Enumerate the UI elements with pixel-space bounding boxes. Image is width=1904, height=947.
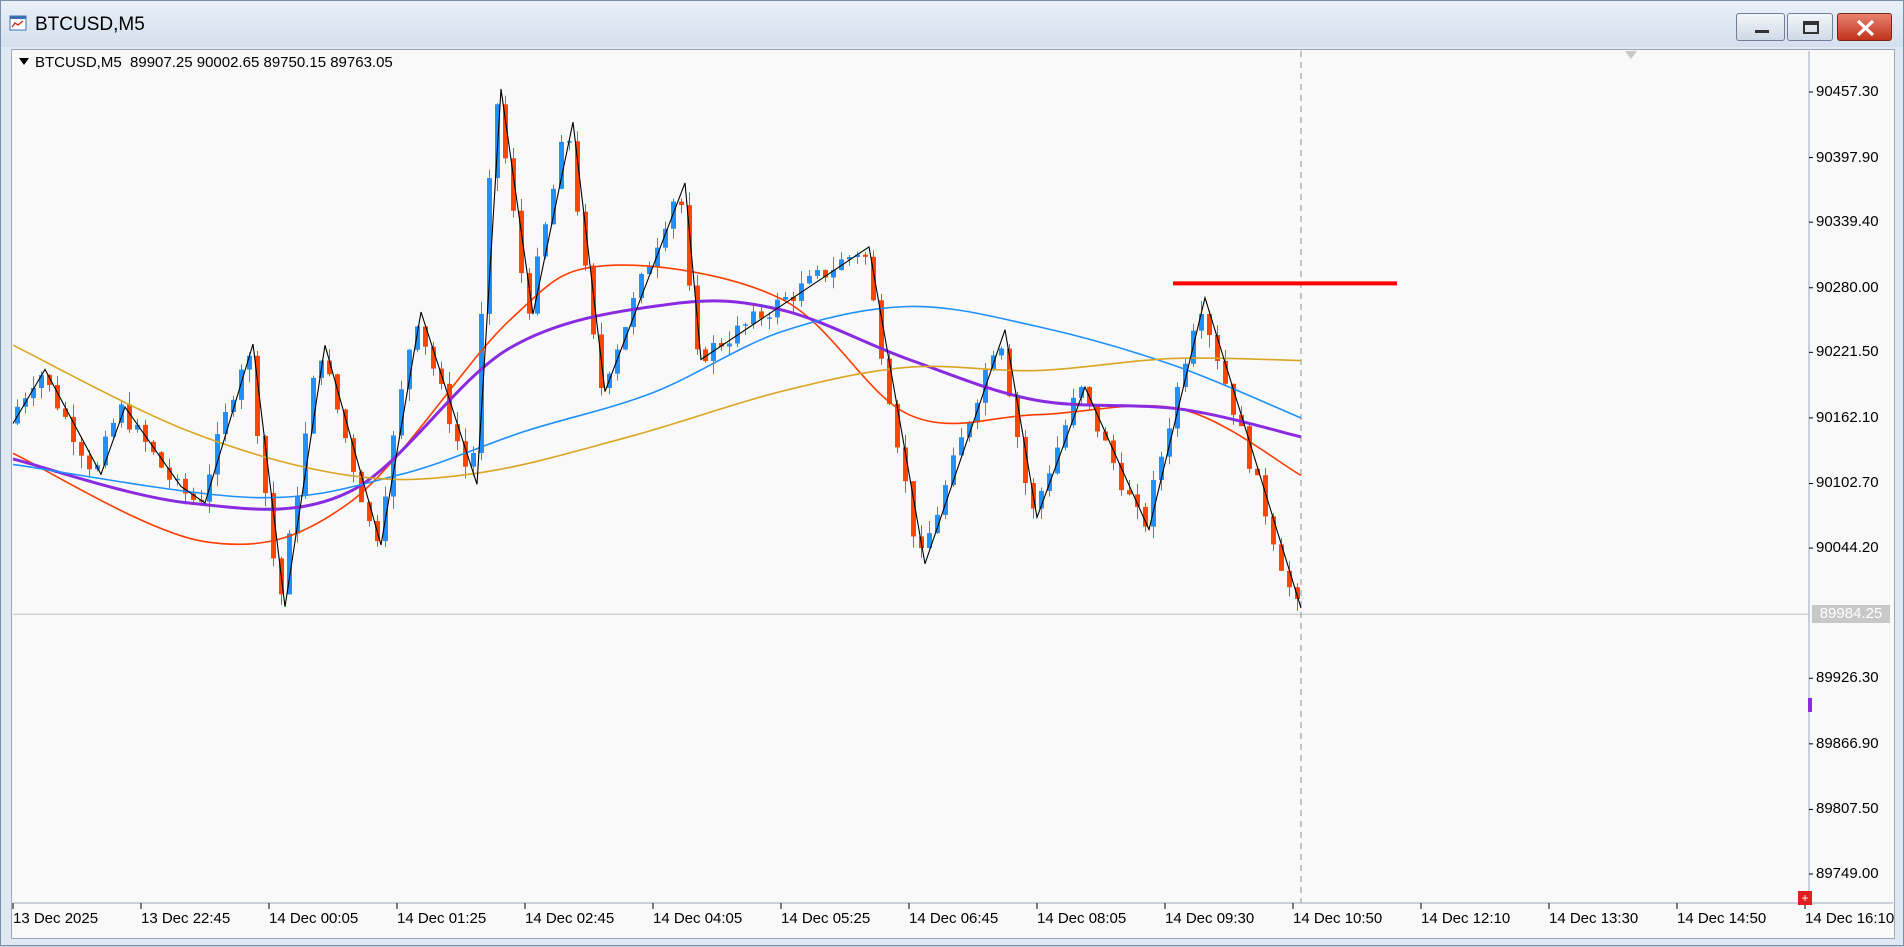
time-tick-label: 14 Dec 09:30: [1165, 910, 1255, 927]
price-tick-label: 89926.30: [1816, 669, 1879, 687]
time-tick-label: 14 Dec 10:50: [1293, 910, 1383, 927]
candle-bull: [727, 343, 732, 347]
candle-bull: [815, 270, 820, 276]
candle-bull: [471, 453, 476, 467]
price-chart[interactable]: [1, 1, 1904, 947]
time-tick-label: 14 Dec 13:30: [1549, 910, 1639, 927]
price-tick-label: 89749.00: [1816, 865, 1879, 882]
time-tick-label: 14 Dec 05:25: [781, 910, 871, 927]
candle-bull: [671, 201, 676, 229]
price-tick-label: 90221.50: [1816, 343, 1879, 361]
time-tick-label: 14 Dec 06:45: [909, 910, 999, 927]
time-tick-label: 13 Dec 22:45: [141, 910, 231, 927]
ma-long-line: [12, 344, 1302, 481]
candle-bear: [679, 201, 684, 206]
candle-bear: [455, 424, 460, 442]
candle-bull: [639, 274, 644, 299]
time-tick-label: 14 Dec 14:50: [1677, 910, 1767, 927]
candle-bull: [559, 141, 564, 189]
candles: [15, 95, 1300, 611]
candle-bear: [127, 404, 132, 430]
candle-bull: [239, 369, 244, 400]
chart-shift-marker: [1625, 51, 1637, 59]
time-tick-label: 14 Dec 16:10: [1805, 910, 1895, 927]
price-tick-label: 89807.50: [1816, 800, 1879, 818]
price-tick-label: 90162.10: [1816, 408, 1879, 426]
ma-slow-line: [12, 305, 1302, 499]
candle-bull: [767, 317, 772, 319]
candle-bear: [1263, 475, 1268, 517]
time-tick-label: 14 Dec 08:05: [1037, 910, 1127, 927]
price-tick-label: 90044.20: [1816, 539, 1879, 557]
time-tick-label: 14 Dec 02:45: [525, 910, 615, 927]
zigzag-line: [12, 88, 1302, 609]
candle-bear: [159, 452, 164, 468]
candle-bull: [751, 311, 756, 325]
candle-bear: [1279, 544, 1284, 571]
ma-mid-line: [12, 299, 1302, 511]
price-tick-label: 90280.00: [1816, 278, 1879, 296]
price-tick-label: 90102.70: [1816, 474, 1879, 492]
candle-bear: [1119, 462, 1124, 491]
candle-bull: [39, 374, 44, 388]
indicator-marker: [1808, 698, 1812, 712]
bid-price-label: 89984.25: [1812, 605, 1890, 623]
price-tick-label: 90457.30: [1816, 83, 1879, 100]
plus-icon[interactable]: +: [1798, 891, 1812, 905]
candle-bear: [87, 455, 92, 470]
candle-bear: [63, 408, 68, 417]
time-tick-label: 14 Dec 04:05: [653, 910, 743, 927]
time-tick-label: 14 Dec 12:10: [1421, 910, 1511, 927]
time-tick-label: 14 Dec 00:05: [269, 910, 359, 927]
candle-bull: [935, 514, 940, 534]
time-tick-label: 13 Dec 2025: [13, 910, 99, 927]
price-tick-label: 89866.90: [1816, 734, 1879, 752]
time-tick-label: 14 Dec 01:25: [397, 910, 487, 927]
price-tick-label: 90339.40: [1816, 213, 1879, 231]
candle-bull: [999, 348, 1004, 356]
candle-bull: [807, 275, 812, 284]
candle-bear: [71, 416, 76, 443]
chart-window: BTCUSD,M5 BTCUSD,M5 89907.25 90002.65 89…: [0, 0, 1904, 946]
candle-bull: [743, 324, 748, 326]
candle-bull: [1199, 314, 1204, 331]
candle-bear: [79, 442, 84, 456]
candle-bear: [1287, 570, 1292, 588]
candle-bear: [863, 254, 868, 257]
candle-bear: [335, 374, 340, 410]
price-tick-label: 90397.90: [1816, 148, 1879, 166]
candle-bull: [391, 435, 396, 497]
